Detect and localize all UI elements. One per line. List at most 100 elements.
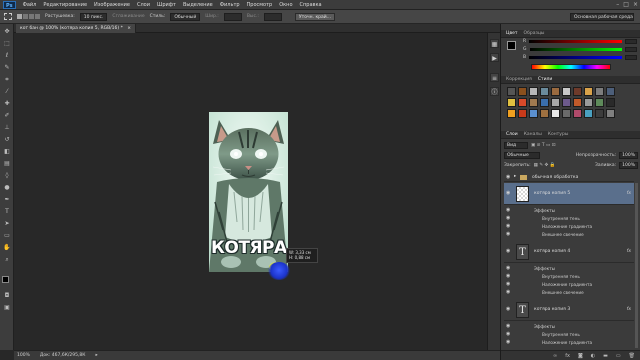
style-swatch[interactable]	[540, 87, 549, 96]
menu-file[interactable]: Файл	[23, 2, 37, 8]
eye-icon[interactable]: ◉	[506, 340, 511, 345]
zoom-tool-icon[interactable]: ⌕	[3, 256, 11, 264]
path-select-tool-icon[interactable]: ➤	[3, 220, 11, 228]
new-layer-icon[interactable]: ▭	[616, 353, 621, 359]
style-swatch[interactable]	[507, 87, 516, 96]
layers-scrollbar[interactable]	[635, 183, 638, 348]
fx-icon[interactable]: fx	[627, 191, 631, 196]
shape-tool-icon[interactable]: ▭	[3, 232, 11, 240]
height-input[interactable]	[263, 12, 282, 21]
style-swatch[interactable]	[540, 98, 549, 107]
opacity-input[interactable]: 100%	[619, 151, 638, 159]
eye-icon[interactable]: ◉	[506, 266, 511, 271]
style-swatch[interactable]	[584, 87, 593, 96]
layer-row[interactable]: ◉ T котяра копия 4 fx	[504, 241, 634, 263]
minimize-button[interactable]: –	[616, 1, 619, 8]
tab-color[interactable]: Цвет	[506, 31, 518, 36]
effect-item[interactable]: ◉ Внешнее свечение	[504, 231, 634, 239]
foreground-color-swatch[interactable]	[2, 276, 9, 283]
blend-mode-select[interactable]: Обычные	[504, 151, 540, 159]
style-swatch[interactable]	[584, 109, 593, 118]
eye-icon[interactable]: ◉	[506, 274, 511, 279]
slider-g-track[interactable]	[529, 48, 622, 51]
eye-icon[interactable]: ◉	[506, 224, 511, 229]
canvas-title-text[interactable]: КОТЯРА	[211, 238, 288, 258]
menu-edit[interactable]: Редактирование	[43, 2, 87, 8]
menu-filter[interactable]: Фильтр	[220, 2, 240, 8]
clone-stamp-tool-icon[interactable]: ⊥	[3, 124, 11, 132]
marquee-tool-icon[interactable]: ⬚	[3, 40, 11, 48]
layer-group-row[interactable]: ◉ ▸ обычная обработка	[504, 173, 634, 182]
color-slider-g[interactable]: G	[523, 47, 637, 52]
slider-b-track[interactable]	[529, 56, 622, 59]
brush-tool-icon[interactable]: ✐	[3, 112, 11, 120]
color-foreground-swatch[interactable]	[507, 41, 516, 50]
style-swatch[interactable]	[573, 87, 582, 96]
move-tool-icon[interactable]: ✥	[3, 28, 11, 36]
eye-icon[interactable]: ◉	[506, 307, 511, 312]
tab-channels[interactable]: Каналы	[524, 132, 542, 137]
style-select[interactable]: Обычный	[170, 12, 201, 21]
marquee-tool-icon[interactable]	[4, 13, 12, 20]
eye-icon[interactable]: ◉	[506, 216, 511, 221]
color-spectrum-bar[interactable]	[531, 64, 611, 70]
eye-icon[interactable]: ◉	[506, 332, 511, 337]
refine-edge-button[interactable]: Уточн. край...	[294, 12, 336, 21]
eyedropper-tool-icon[interactable]: ⁄	[3, 88, 11, 96]
style-swatch[interactable]	[551, 98, 560, 107]
tab-paths[interactable]: Контуры	[548, 132, 569, 137]
fill-input[interactable]: 100%	[619, 161, 638, 169]
zoom-level[interactable]: 100%	[17, 353, 30, 358]
b-value-input[interactable]	[625, 55, 637, 60]
fx-add-icon[interactable]: fx	[565, 353, 570, 359]
color-slider-b[interactable]: B	[523, 55, 637, 60]
effect-item[interactable]: ◉ Внутренняя тень	[504, 273, 634, 281]
effect-item[interactable]: ◉ Наложение градиента	[504, 281, 634, 289]
menu-view[interactable]: Просмотр	[247, 2, 273, 8]
document-tab-close-icon[interactable]: ×	[127, 26, 131, 31]
width-input[interactable]	[223, 12, 242, 21]
maximize-button[interactable]: □	[623, 1, 629, 8]
style-swatch[interactable]	[606, 109, 615, 118]
effect-item[interactable]: ◉ Наложение градиента	[504, 223, 634, 231]
fx-icon[interactable]: fx	[627, 307, 631, 312]
eye-icon[interactable]: ◉	[506, 191, 511, 196]
eye-icon[interactable]: ◉	[506, 282, 511, 287]
selection-mode-icons[interactable]	[17, 14, 40, 19]
effects-header[interactable]: ◉ Эффекты	[504, 265, 634, 273]
effect-item[interactable]: ◉ Внутренняя тень	[504, 331, 634, 339]
layer-row[interactable]: ◉ T котяра копия 3 fx	[504, 299, 634, 321]
tab-layers[interactable]: Слои	[506, 132, 518, 137]
pen-tool-icon[interactable]: ✒	[3, 196, 11, 204]
close-button[interactable]: ×	[633, 1, 638, 8]
mask-icon[interactable]: ◙	[578, 353, 583, 359]
blur-tool-icon[interactable]: ◊	[3, 172, 11, 180]
quick-select-tool-icon[interactable]: ✎	[3, 64, 11, 72]
style-swatch[interactable]	[540, 109, 549, 118]
style-swatch[interactable]	[562, 87, 571, 96]
link-icon[interactable]: ∞	[553, 353, 557, 359]
status-arrow-icon[interactable]: ▸	[95, 353, 97, 358]
properties-panel-icon[interactable]: ≡	[490, 73, 499, 82]
r-value-input[interactable]	[625, 39, 637, 44]
slider-r-track[interactable]	[529, 40, 622, 43]
menu-select[interactable]: Выделение	[183, 2, 213, 8]
gradient-tool-icon[interactable]: ▤	[3, 160, 11, 168]
style-swatch[interactable]	[551, 87, 560, 96]
document-tab[interactable]: кот бан @ 100% (котяра копия 5, RGB/16) …	[16, 24, 137, 33]
filter-icons[interactable]: ▣ ⊘ T ▭ ⊡	[531, 143, 556, 148]
style-swatch[interactable]	[595, 98, 604, 107]
layer-row[interactable]: ◉ котяра копия 5 fx	[504, 183, 634, 205]
color-slider-r[interactable]: R	[523, 39, 637, 44]
workspace-select[interactable]: Основная рабочая среда	[570, 12, 634, 21]
effects-header[interactable]: ◉ Эффекты	[504, 207, 634, 215]
crop-tool-icon[interactable]: ⌗	[3, 76, 11, 84]
tab-swatches[interactable]: Образцы	[524, 31, 545, 36]
eye-icon[interactable]: ◉	[506, 232, 511, 237]
dodge-tool-icon[interactable]: ●	[3, 184, 11, 192]
quick-mask-icon[interactable]: ◘	[3, 292, 11, 300]
feather-input[interactable]: 10 пикс.	[79, 12, 108, 21]
hand-tool-icon[interactable]: ✋	[3, 244, 11, 252]
history-brush-tool-icon[interactable]: ↺	[3, 136, 11, 144]
style-swatch[interactable]	[595, 109, 604, 118]
